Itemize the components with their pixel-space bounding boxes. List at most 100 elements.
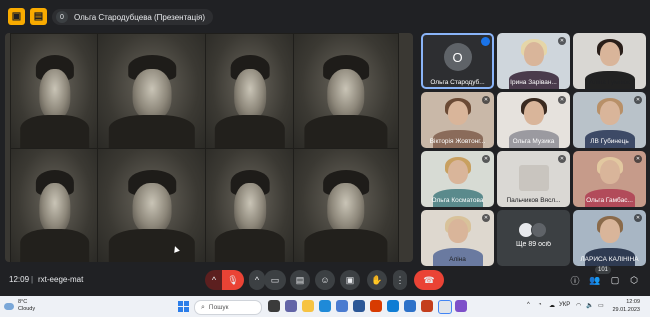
system-clock[interactable]: 12:09 29.01.2023 <box>612 298 640 314</box>
speaking-indicator-icon <box>481 37 490 46</box>
more-vert-icon: ⋮ <box>395 274 405 285</box>
meeting-details-button[interactable]: ⓘ <box>568 273 582 287</box>
clock-date: 29.01.2023 <box>612 307 640 313</box>
participant-tile[interactable]: ✕ Аліна <box>421 210 494 266</box>
emoji-icon: ☺ <box>320 275 330 285</box>
portrait-photo <box>205 148 295 262</box>
language-indicator[interactable]: УКР <box>559 302 570 308</box>
participant-name: Аліна Гумнюк <box>589 79 630 86</box>
portrait-photo <box>97 148 207 262</box>
participant-tile[interactable]: ✕ Ольга Музика <box>497 92 570 148</box>
mic-options-button[interactable]: ^ <box>205 270 223 290</box>
captions-button[interactable]: ▤ <box>290 270 310 290</box>
activities-button[interactable]: ⬡ <box>627 273 641 287</box>
volume-icon[interactable]: 🔈 <box>586 302 593 309</box>
present-button[interactable]: ▣ <box>340 270 360 290</box>
meeting-code: rxt-eege-mat <box>38 275 84 284</box>
wifi-icon[interactable]: ◠ <box>576 302 581 309</box>
presenter-label: Ольга Стародубцева (Презентація) <box>74 12 205 22</box>
tray-chevron-icon[interactable]: ^ <box>527 302 530 308</box>
presentation-view[interactable] <box>5 33 413 262</box>
share-screen-icon[interactable]: ▤ <box>30 8 47 25</box>
clock-time: 12:09 <box>626 299 640 305</box>
captions-icon: ▤ <box>295 274 305 285</box>
participant-tile[interactable]: ✕ Пальчиков Вясл... <box>497 151 570 207</box>
participant-tile[interactable]: ✕ ЛВ Губинець <box>573 92 646 148</box>
reactions-button[interactable]: ☺ <box>315 270 335 290</box>
powerpoint-icon[interactable] <box>370 300 382 312</box>
edge-icon[interactable] <box>319 300 331 312</box>
battery-icon[interactable]: ▭ <box>598 302 604 309</box>
windows-taskbar: 8°C Cloudy ⌕ Пошук ^ ◔ ☁ УКР ◠ 🔈 ▭ 12:09… <box>0 296 650 317</box>
camera-options-button[interactable]: ^ <box>249 270 265 290</box>
more-options-button[interactable]: ⋮ <box>393 270 407 290</box>
store-icon[interactable] <box>336 300 348 312</box>
muted-mic-icon: ✕ <box>634 214 642 222</box>
leave-call-button[interactable]: ☎ <box>414 270 444 290</box>
chrome-icon[interactable] <box>438 300 452 314</box>
taskbar-search[interactable]: ⌕ Пошук <box>194 300 262 315</box>
task-view-icon[interactable] <box>268 300 280 312</box>
muted-mic-icon: ✕ <box>482 96 490 104</box>
muted-mic-icon: ✕ <box>634 155 642 163</box>
presenter-chip[interactable]: 0 Ольга Стародубцева (Презентація) <box>52 9 213 25</box>
word-2-icon[interactable] <box>404 300 416 312</box>
viber-icon[interactable] <box>455 300 467 312</box>
people-icon: 👥 <box>589 274 601 285</box>
muted-mic-icon: ✕ <box>482 155 490 163</box>
participant-tile[interactable]: ✕ ЛАРИСА КАЛІНІНА <box>573 210 646 266</box>
portrait-photo <box>293 33 399 150</box>
people-button[interactable]: 👥 <box>588 273 602 287</box>
presentation-icon[interactable]: ▣ <box>8 8 25 25</box>
participants-count-badge: 101 <box>595 266 612 274</box>
participant-tile-active[interactable]: О Ольга Стародуб... <box>421 33 494 89</box>
portrait-photo <box>10 148 99 262</box>
onedrive-icon[interactable]: ☁ <box>549 302 555 309</box>
participant-name: Ольга Косматова <box>431 197 484 204</box>
network-icon[interactable]: ◔ <box>538 302 542 308</box>
temperature: 8°C <box>18 299 28 305</box>
participant-tile[interactable]: ✕ Ольга Косматова <box>421 151 494 207</box>
more-participants-tile[interactable]: Ще 89 осіб <box>497 210 570 266</box>
camera-toggle-button[interactable]: ▭ <box>264 270 286 290</box>
muted-mic-icon: ✕ <box>482 214 490 222</box>
participant-tile[interactable]: Аліна Гумнюк <box>573 33 646 89</box>
powerpoint-2-icon[interactable] <box>421 300 433 312</box>
windows-start-icon[interactable] <box>178 301 189 312</box>
weather-widget[interactable]: 8°C Cloudy <box>4 299 35 313</box>
search-icon: ⌕ <box>201 303 205 311</box>
mic-toggle-button[interactable]: 🎙 <box>222 270 244 290</box>
present-screen-icon: ▣ <box>345 274 355 285</box>
participant-tile[interactable]: ✕ Ірина Заріван... <box>497 33 570 89</box>
participant-name: Ольга Музика <box>512 138 555 145</box>
mic-off-icon: 🎙 <box>227 274 239 285</box>
activities-icon: ⬡ <box>630 274 638 285</box>
chat-button[interactable]: ▢ <box>608 273 622 287</box>
more-participants-label: Ще 89 осіб <box>515 241 552 248</box>
chat-icon: ▢ <box>610 274 620 285</box>
portrait-photo <box>10 33 99 150</box>
participant-name: ЛАРИСА КАЛІНІНА <box>580 256 639 263</box>
portrait-photo <box>97 33 207 150</box>
presenter-count: 0 <box>56 11 68 23</box>
avatar: О <box>443 43 472 71</box>
teams-icon[interactable] <box>285 300 297 312</box>
muted-mic-icon: ✕ <box>558 37 566 45</box>
participant-name: Ольга Стародуб... <box>430 79 485 86</box>
participant-name: Ірина Заріван... <box>510 79 557 86</box>
more-participants-avatars <box>517 222 547 238</box>
hang-up-icon: ☎ <box>423 274 435 285</box>
participant-tile[interactable]: ✕ Вікторія Жовтонг... <box>421 92 494 148</box>
info-icon: ⓘ <box>570 275 580 286</box>
participant-name: Ольга Гамбас... <box>586 197 633 204</box>
cloud-icon <box>4 302 14 310</box>
participant-tile[interactable]: ✕ Ольга Гамбас... <box>573 151 646 207</box>
participant-name: Аліна <box>449 256 466 263</box>
outlook-icon[interactable] <box>387 300 399 312</box>
muted-mic-icon: ✕ <box>634 96 642 104</box>
camera-icon: ▭ <box>270 274 280 285</box>
file-explorer-icon[interactable] <box>302 300 314 312</box>
raise-hand-button[interactable]: ✋ <box>367 270 387 290</box>
word-icon[interactable] <box>353 300 365 312</box>
separator: | <box>31 275 34 284</box>
